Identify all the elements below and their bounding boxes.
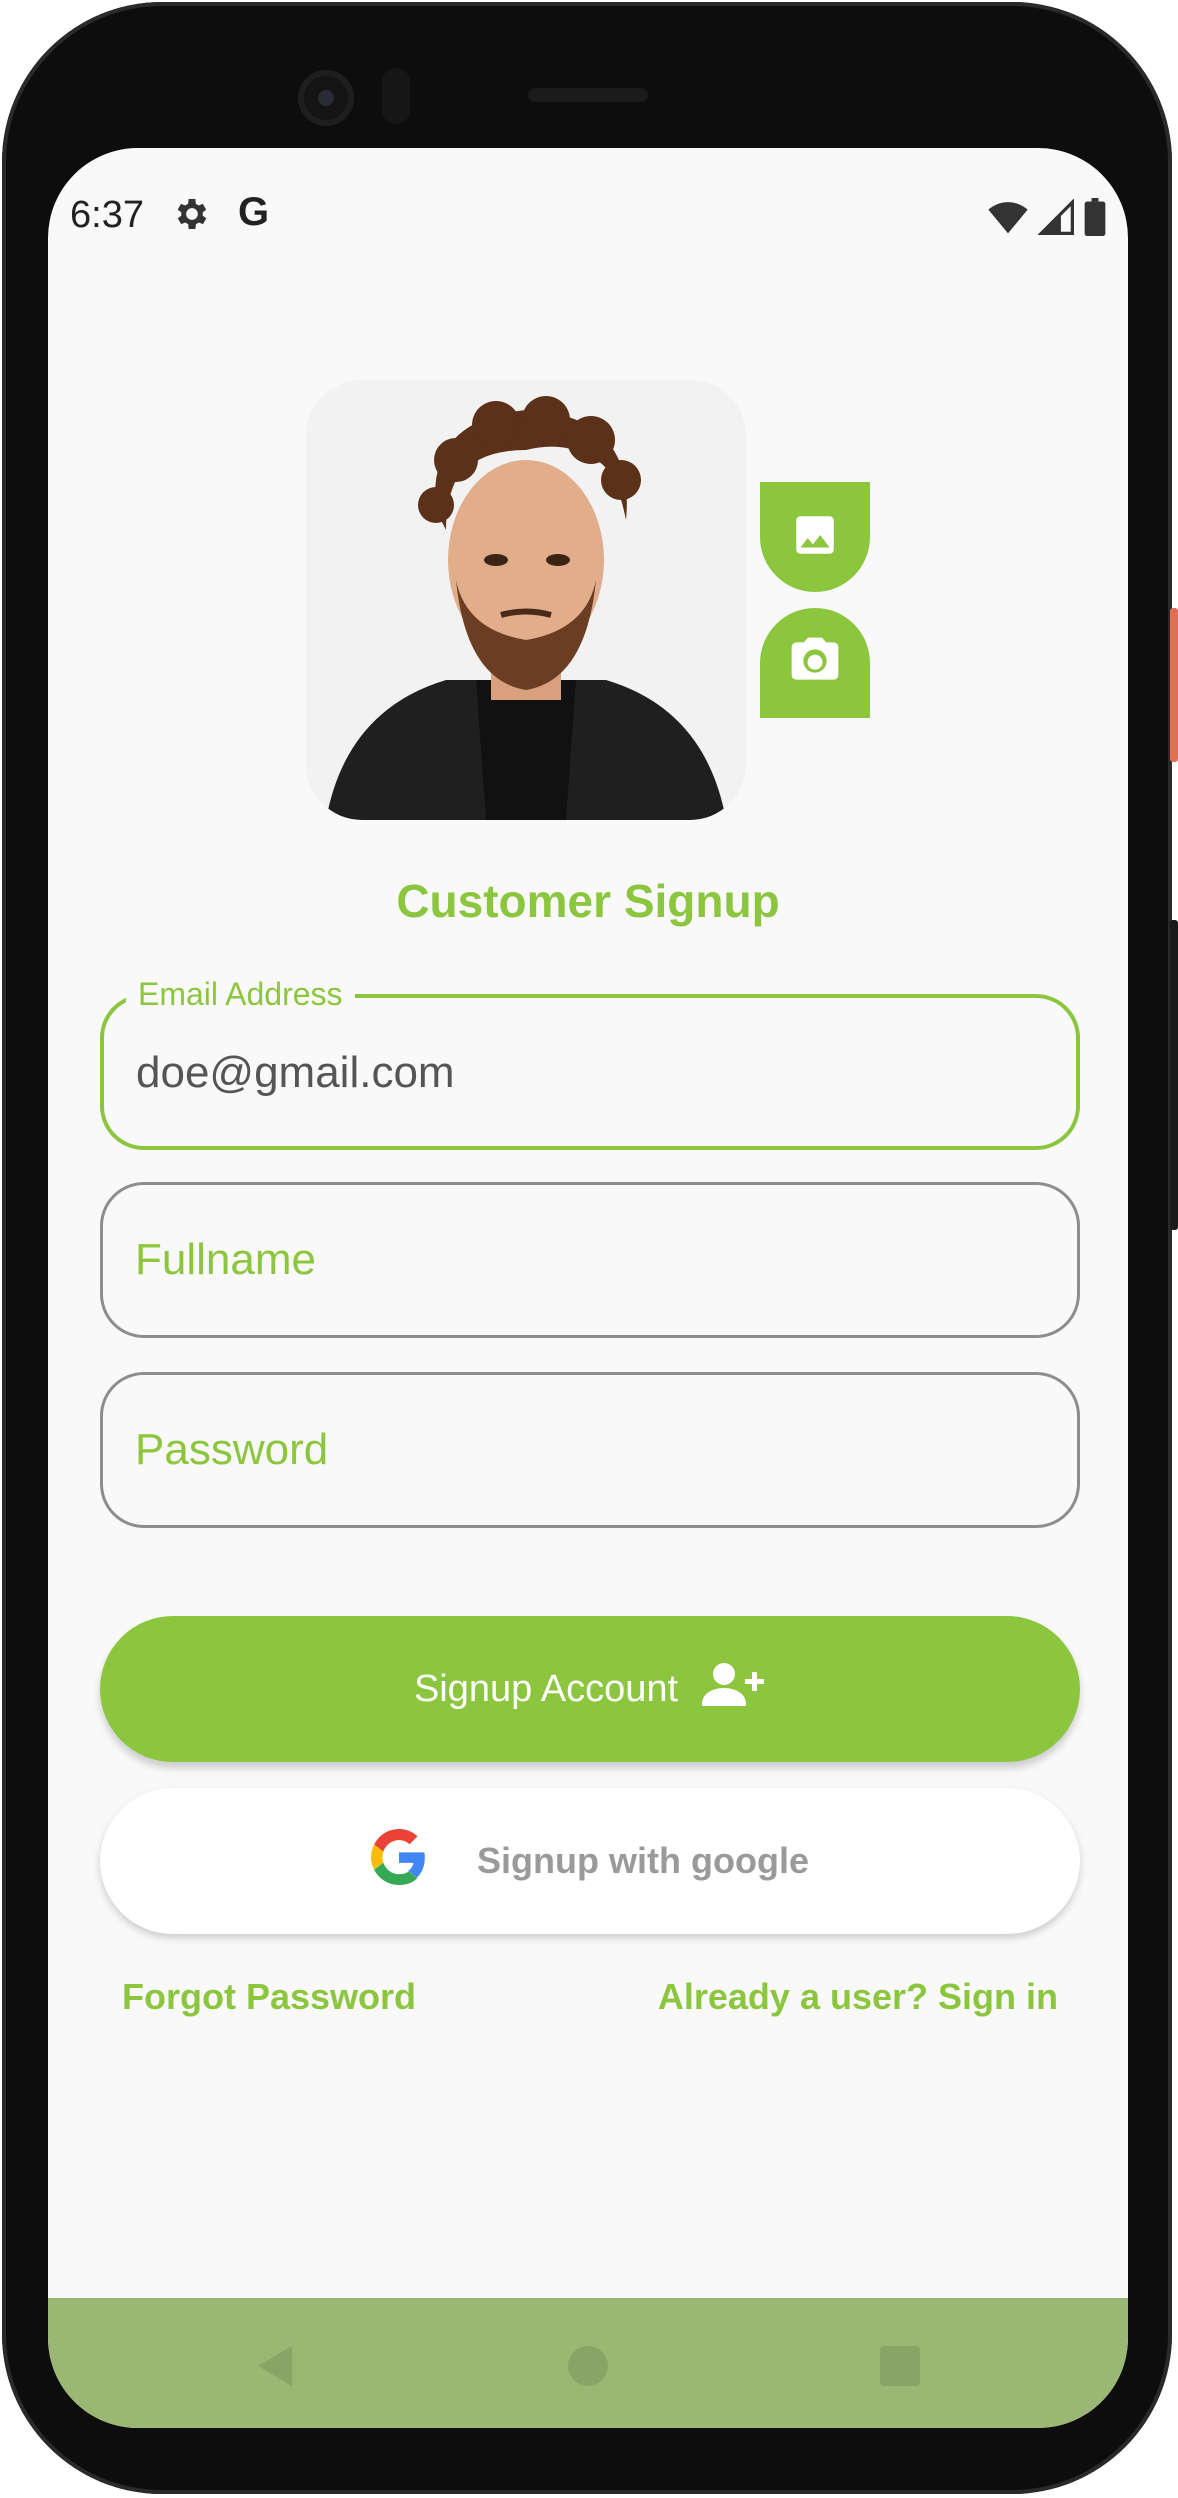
gallery-picker-button[interactable] <box>760 482 870 592</box>
fullname-field[interactable]: Fullname <box>100 1182 1080 1338</box>
forgot-password-link[interactable]: Forgot Password <box>122 1976 416 2018</box>
password-field[interactable]: Password <box>100 1372 1080 1528</box>
recents-icon[interactable] <box>876 2342 924 2395</box>
password-field-placeholder: Password <box>135 1425 329 1474</box>
phone-frame: 6:37 G Customer Signup Email Address doe… <box>2 2 1172 2494</box>
proximity-sensor <box>382 68 410 124</box>
camera-icon <box>787 633 843 694</box>
google-logo-icon <box>371 1828 427 1894</box>
person-add-icon <box>702 1659 766 1719</box>
email-field-value[interactable]: doe@gmail.com <box>136 1048 455 1098</box>
battery-icon <box>1084 198 1106 241</box>
google-g-icon: G <box>238 190 270 234</box>
google-signup-label: Signup with google <box>477 1840 809 1881</box>
page-title: Customer Signup <box>396 875 780 927</box>
navigation-bar <box>48 2298 1128 2428</box>
back-icon[interactable] <box>252 2342 300 2395</box>
status-time: 6:37 <box>70 194 144 236</box>
email-field[interactable]: Email Address doe@gmail.com <box>100 976 1080 1150</box>
app-screen: 6:37 G Customer Signup Email Address doe… <box>48 148 1128 2428</box>
sign-in-link[interactable]: Already a user? Sign in <box>658 1976 1058 2018</box>
profile-photo[interactable] <box>306 380 746 820</box>
image-icon <box>790 510 840 565</box>
home-icon[interactable] <box>564 2342 612 2395</box>
fullname-field-placeholder: Fullname <box>135 1235 316 1284</box>
power-button <box>1170 608 1178 762</box>
email-field-label: Email Address <box>126 976 355 1013</box>
volume-button <box>1170 920 1178 1230</box>
signup-account-label: Signup Account <box>413 1667 679 1710</box>
profile-photo-illustration <box>306 380 746 820</box>
signal-icon <box>1037 198 1074 240</box>
status-right-icons <box>988 198 1106 241</box>
signup-account-button[interactable]: Signup Account <box>100 1616 1080 1762</box>
gear-icon <box>172 194 212 234</box>
status-bar: 6:37 G <box>48 148 1128 248</box>
google-signup-button[interactable]: Signup with google <box>100 1788 1080 1934</box>
front-camera <box>298 70 354 126</box>
camera-picker-button[interactable] <box>760 608 870 718</box>
earpiece-speaker <box>528 88 648 102</box>
wifi-icon <box>988 199 1028 240</box>
